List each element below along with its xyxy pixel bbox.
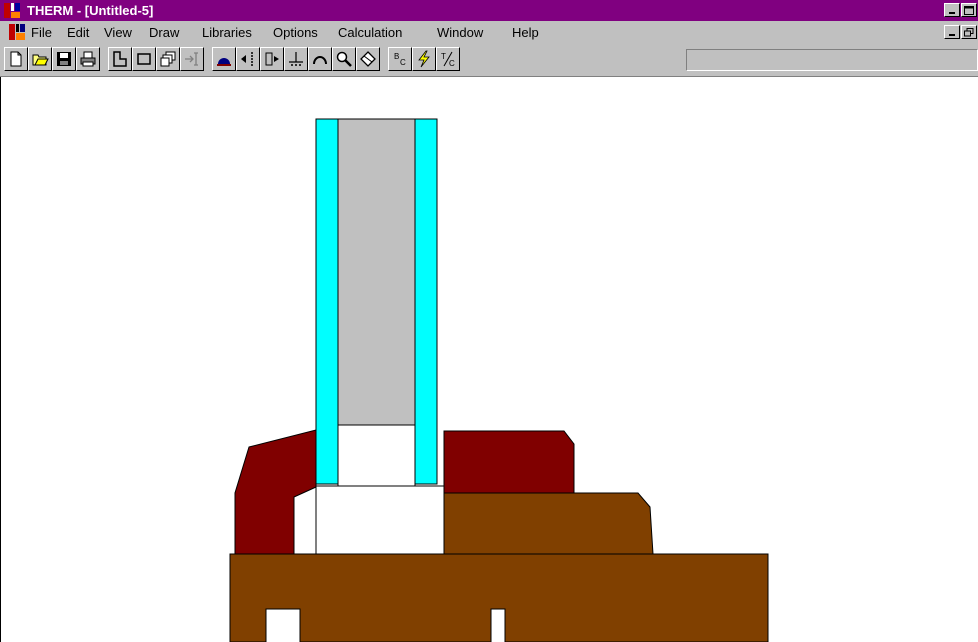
move-point-left-icon [241,52,253,66]
title-bar: THERM - [Untitled-5] [0,0,978,21]
menu-draw[interactable]: Draw [149,25,179,40]
polygon-draw-icon [113,51,127,67]
window-title: THERM - [Untitled-5] [27,3,154,18]
glazing-void[interactable] [315,485,445,555]
open-folder-icon [32,54,49,66]
restore-icon [964,27,974,36]
zoom-button[interactable] [332,47,356,71]
svg-text:B: B [394,52,399,61]
menu-window[interactable]: Window [437,25,483,40]
fill-void-icon [160,51,176,67]
right-sash-block[interactable] [443,430,575,494]
boundary-conditions-button[interactable]: BC [388,47,412,71]
svg-text:C: C [400,58,406,67]
status-field [686,49,978,71]
rotate-icon [360,51,376,67]
menu-options[interactable]: Options [273,25,318,40]
glass-pane-left[interactable] [315,118,339,485]
move-point-right-button[interactable] [260,47,284,71]
frame-raised-block[interactable] [443,492,654,555]
cavity-void[interactable] [337,424,416,491]
svg-text:T: T [441,52,446,61]
minimize-icon [949,34,955,36]
menu-bar: File Edit View Draw Libraries Options Ca… [0,21,978,44]
locator-icon [217,58,231,66]
locator-button[interactable] [212,47,236,71]
glass-pane-right[interactable] [414,118,438,485]
align-point-icon [289,52,303,66]
insert-point-button[interactable] [180,47,204,71]
temperature-celsius-icon: TC [441,51,455,68]
save-disk-icon [57,52,71,66]
maximize-icon [964,5,974,15]
maximize-button[interactable] [961,3,977,17]
save-button[interactable] [52,47,76,71]
gas-fill-region[interactable] [337,118,416,426]
document-icon[interactable] [8,23,26,41]
rectangle-draw-icon [137,53,151,65]
menu-edit[interactable]: Edit [67,25,89,40]
menu-view[interactable]: View [104,25,132,40]
calculate-button[interactable] [412,47,436,71]
doc-minimize-button[interactable] [944,25,960,39]
calculate-lightning-icon [418,50,430,68]
zoom-icon [336,51,352,67]
left-sash-block[interactable] [234,429,317,555]
open-file-button[interactable] [28,47,52,71]
rotate-button[interactable] [356,47,380,71]
menu-libraries[interactable]: Libraries [202,25,252,40]
arc-icon [313,56,327,65]
move-point-right-icon [265,52,279,66]
svg-text:C: C [449,59,455,68]
menu-help[interactable]: Help [512,25,539,40]
temperature-button[interactable]: TC [436,47,460,71]
fill-void-button[interactable] [156,47,180,71]
minimize-icon [949,12,955,14]
new-file-icon [10,51,22,67]
rectangle-draw-button[interactable] [132,47,156,71]
minimize-button[interactable] [944,3,960,17]
frame-base[interactable] [229,553,769,642]
boundary-conditions-icon: BC [394,52,406,67]
therm-app-icon[interactable] [3,2,21,19]
align-point-button[interactable] [284,47,308,71]
polygon-draw-button[interactable] [108,47,132,71]
new-file-button[interactable] [4,47,28,71]
drawing-canvas[interactable] [0,77,978,642]
doc-restore-button[interactable] [961,25,977,39]
toolbar: BC TC [0,44,978,77]
menu-file[interactable]: File [31,25,52,40]
menu-calculation[interactable]: Calculation [338,25,402,40]
print-button[interactable] [76,47,100,71]
arc-button[interactable] [308,47,332,71]
cross-section-drawing [229,118,769,642]
print-icon [80,51,96,67]
move-point-left-button[interactable] [236,47,260,71]
insert-point-icon [185,52,198,66]
